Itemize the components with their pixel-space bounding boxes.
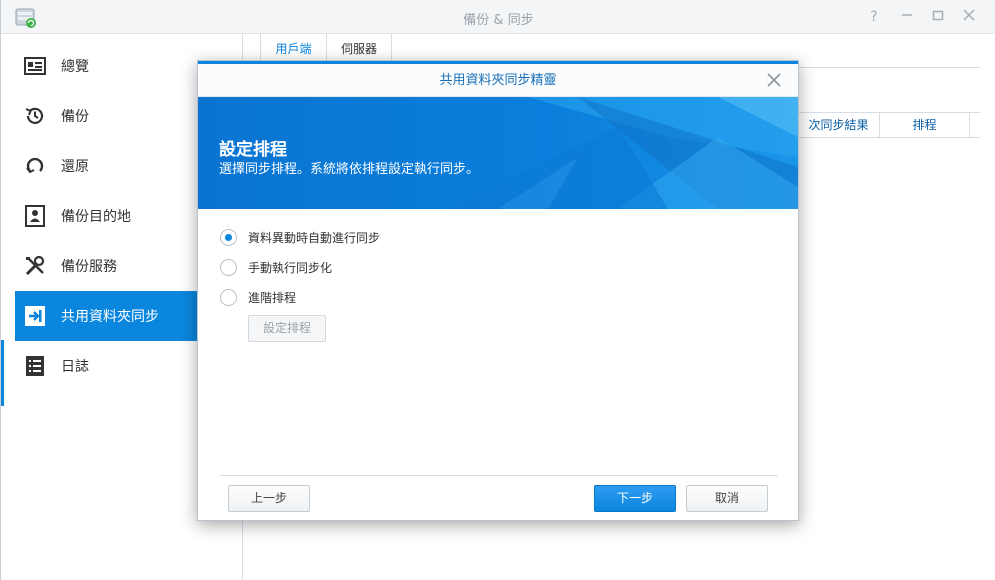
banner-subtitle: 選擇同步排程。系統將依排程設定執行同步。 — [219, 162, 480, 177]
sync-wizard-dialog: 共用資料夾同步精靈 設定排程 選擇同步排程。系統將依排程設定執行同步。 資料異動… — [197, 60, 799, 521]
option-label: 手動執行同步化 — [248, 260, 333, 275]
cancel-button[interactable]: 取消 — [686, 485, 768, 512]
close-window-icon[interactable] — [960, 8, 978, 26]
sidebar-item-label: 總覽 — [61, 59, 89, 75]
restore-icon — [23, 154, 47, 178]
sidebar-item-label: 備份服務 — [61, 259, 117, 275]
option-label: 進階排程 — [248, 290, 297, 305]
overview-icon — [23, 54, 47, 78]
radio-button[interactable] — [220, 288, 237, 306]
tab-client[interactable]: 用戶端 — [260, 34, 327, 60]
sidebar-item-label: 日誌 — [61, 359, 89, 375]
folder-sync-icon — [23, 304, 47, 328]
title-bar: 備份 & 同步 ? — [1, 0, 995, 34]
window-edge-highlight — [1, 340, 4, 406]
set-schedule-button[interactable]: 設定排程 — [248, 315, 326, 342]
next-button[interactable]: 下一步 — [594, 485, 676, 512]
sidebar-item-label: 還原 — [61, 159, 89, 175]
minimize-icon[interactable] — [898, 8, 916, 26]
wizard-banner: 設定排程 選擇同步排程。系統將依排程設定執行同步。 — [198, 97, 798, 209]
option-auto-sync[interactable]: 資料異動時自動進行同步 — [220, 226, 380, 248]
radio-button[interactable] — [220, 258, 237, 276]
option-manual-sync[interactable]: 手動執行同步化 — [220, 256, 332, 278]
sidebar-item-label: 共用資料夾同步 — [61, 309, 159, 325]
footer-divider — [220, 475, 778, 476]
window-title: 備份 & 同步 — [463, 13, 534, 28]
radio-button[interactable] — [220, 228, 237, 246]
backup-clock-icon — [23, 104, 47, 128]
table-header: 次同步結果 排程 — [798, 112, 980, 138]
column-schedule[interactable]: 排程 — [880, 113, 970, 137]
sidebar-item-label: 備份目的地 — [61, 209, 131, 225]
maximize-icon[interactable] — [929, 8, 947, 26]
destination-icon — [23, 204, 47, 228]
dialog-title: 共用資料夾同步精靈 — [198, 64, 798, 97]
back-button[interactable]: 上一步 — [228, 485, 310, 512]
sidebar-item-label: 備份 — [61, 109, 89, 125]
main-tabs: 用戶端 伺服器 — [243, 34, 980, 60]
option-label: 資料異動時自動進行同步 — [248, 230, 381, 245]
banner-title: 設定排程 — [219, 140, 287, 160]
tab-server[interactable]: 伺服器 — [327, 34, 392, 60]
option-advanced-schedule[interactable]: 進階排程 — [220, 286, 296, 308]
log-icon — [23, 354, 47, 378]
tools-icon — [23, 254, 47, 278]
column-sync-result[interactable]: 次同步結果 — [798, 113, 880, 137]
help-icon[interactable]: ? — [865, 8, 883, 26]
app-window: 備份 & 同步 ? 總覽 備份 還原 備份目的地 備份服務 共用資料夾同步 日誌… — [0, 0, 995, 580]
banner-background — [198, 97, 798, 209]
close-icon[interactable] — [764, 70, 784, 90]
